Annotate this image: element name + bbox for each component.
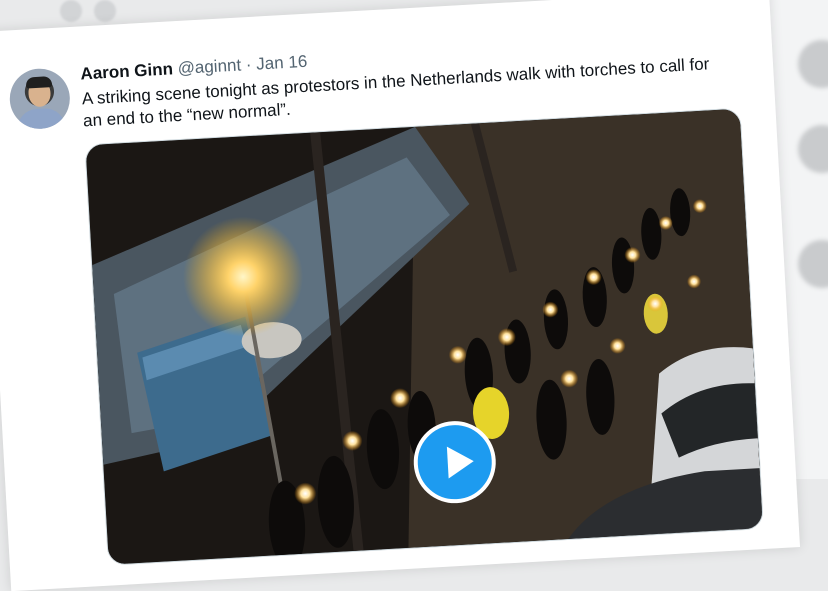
tweet-card[interactable]: Aaron Ginn @aginnt · Jan 16 A striking s… (0, 0, 801, 591)
separator: · (245, 54, 253, 75)
video-frame (85, 108, 763, 565)
blurred-avatar (798, 240, 828, 288)
blurred-avatar (798, 40, 828, 88)
avatar[interactable] (8, 67, 72, 131)
video-media[interactable] (84, 107, 764, 566)
author-name[interactable]: Aaron Ginn (80, 59, 173, 83)
author-handle[interactable]: @aginnt (177, 55, 242, 78)
tweet-date[interactable]: Jan 16 (256, 52, 308, 74)
background-toolbar (60, 0, 116, 22)
blurred-icon (94, 0, 116, 22)
blurred-avatar (798, 125, 828, 173)
blurred-icon (60, 0, 82, 22)
